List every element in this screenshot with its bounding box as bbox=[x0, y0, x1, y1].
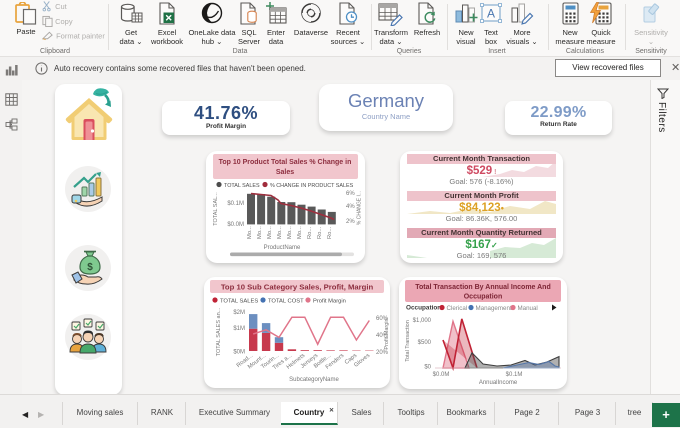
svg-text:ProductName: ProductName bbox=[264, 245, 301, 251]
svg-text:TOTAL SALES an...: TOTAL SALES an... bbox=[216, 307, 222, 356]
svg-text:Occupation: Occupation bbox=[464, 294, 503, 301]
svg-text:Mo...: Mo... bbox=[257, 226, 263, 239]
svg-text:$: $ bbox=[87, 262, 93, 273]
svg-text:$0.1M: $0.1M bbox=[227, 201, 244, 207]
svg-text:Mo...: Mo... bbox=[277, 226, 283, 239]
svg-text:% CHANGE I...: % CHANGE I... bbox=[357, 191, 363, 225]
svg-text:TOTAL COST: TOTAL COST bbox=[268, 299, 304, 305]
svg-text:Top 10 Sub Category Sales, Pro: Top 10 Sub Category Sales, Profit, Margi… bbox=[221, 283, 374, 292]
svg-text:Mo...: Mo... bbox=[287, 226, 293, 239]
svg-text:Ro...: Ro... bbox=[307, 226, 313, 239]
svg-text:Clerical: Clerical bbox=[447, 305, 468, 312]
svg-text:Manual: Manual bbox=[518, 305, 538, 312]
svg-text:Top 10 Product Total Sales % C: Top 10 Product Total Sales % Change in bbox=[219, 159, 352, 166]
svg-text:$1,000: $1,000 bbox=[413, 318, 432, 324]
svg-text:6%: 6% bbox=[346, 191, 355, 197]
svg-text:AnnualIncome: AnnualIncome bbox=[479, 380, 518, 386]
svg-text:$1M: $1M bbox=[233, 326, 245, 332]
svg-text:$0.0M: $0.0M bbox=[433, 372, 450, 378]
svg-text:% CHANGE IN PRODUCT SALES: % CHANGE IN PRODUCT SALES bbox=[270, 183, 354, 189]
svg-text:Ro...: Ro... bbox=[317, 226, 323, 239]
svg-text:Sales: Sales bbox=[276, 169, 294, 176]
svg-text:Profit Margin: Profit Margin bbox=[384, 318, 390, 349]
svg-text:Total Transaction: Total Transaction bbox=[405, 320, 411, 362]
svg-text:Profit Margin: Profit Margin bbox=[313, 299, 346, 305]
svg-text:$0.1M: $0.1M bbox=[506, 372, 523, 378]
svg-text:Occupation: Occupation bbox=[406, 305, 441, 312]
svg-text:$0M: $0M bbox=[233, 350, 245, 356]
svg-text:Management: Management bbox=[476, 305, 512, 312]
svg-text:TOTAL SAL...: TOTAL SAL... bbox=[213, 192, 219, 226]
svg-text:$500: $500 bbox=[418, 340, 432, 346]
svg-text:A: A bbox=[487, 7, 495, 21]
svg-text:Ro...: Ro... bbox=[327, 226, 333, 239]
svg-text:4%: 4% bbox=[346, 204, 355, 210]
svg-text:Total Transaction By Annual In: Total Transaction By Annual Income And bbox=[415, 284, 550, 291]
svg-text:TOTAL SALES: TOTAL SALES bbox=[224, 183, 260, 189]
svg-text:SubcategoryName: SubcategoryName bbox=[289, 377, 339, 383]
svg-text:20%: 20% bbox=[376, 350, 389, 356]
svg-text:Mo...: Mo... bbox=[297, 226, 303, 239]
svg-text:TOTAL SALES: TOTAL SALES bbox=[220, 299, 258, 305]
svg-text:$0.0M: $0.0M bbox=[227, 222, 244, 228]
svg-text:$0: $0 bbox=[424, 365, 431, 371]
svg-text:2%: 2% bbox=[346, 219, 355, 225]
svg-text:$2M: $2M bbox=[233, 310, 245, 316]
svg-text:Mo...: Mo... bbox=[267, 226, 273, 239]
svg-text:Mo...: Mo... bbox=[247, 226, 253, 239]
